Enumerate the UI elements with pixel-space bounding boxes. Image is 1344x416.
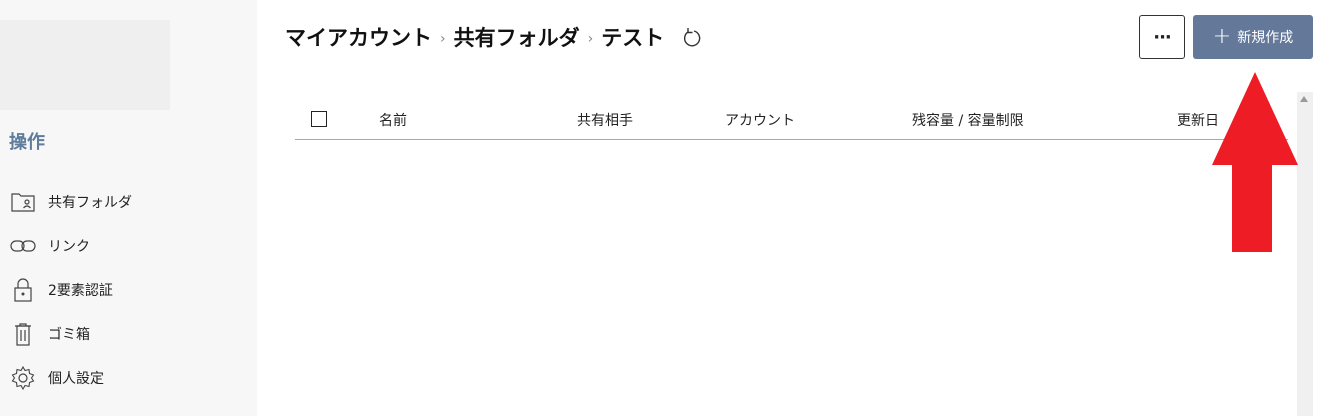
create-new-button[interactable]: + 新規作成 bbox=[1193, 15, 1313, 59]
sidebar-item-shared-folder[interactable]: 共有フォルダ bbox=[10, 180, 250, 224]
breadcrumb-separator: › bbox=[587, 31, 594, 47]
scroll-up-arrow-icon[interactable] bbox=[1300, 96, 1308, 102]
sidebar-item-label: ゴミ箱 bbox=[48, 327, 90, 343]
more-options-button[interactable]: ··· bbox=[1139, 15, 1185, 59]
select-all-checkbox[interactable] bbox=[311, 111, 327, 127]
link-icon bbox=[10, 233, 36, 259]
breadcrumb: マイアカウント › 共有フォルダ › テスト bbox=[285, 22, 704, 52]
sidebar-item-label: 共有フォルダ bbox=[48, 195, 132, 211]
sidebar-item-two-factor-auth[interactable]: 2要素認証 bbox=[10, 268, 250, 312]
logo-placeholder bbox=[0, 20, 170, 110]
lock-icon bbox=[10, 277, 36, 303]
breadcrumb-item-shared-folder[interactable]: 共有フォルダ bbox=[454, 22, 580, 52]
breadcrumb-item-my-account[interactable]: マイアカウント bbox=[285, 22, 432, 52]
sidebar-item-trash[interactable]: ゴミ箱 bbox=[10, 312, 250, 356]
trash-icon bbox=[10, 321, 36, 347]
plus-icon: + bbox=[1212, 24, 1232, 49]
breadcrumb-item-current: テスト bbox=[601, 26, 665, 50]
shared-folder-icon bbox=[10, 189, 36, 215]
sidebar-item-link[interactable]: リンク bbox=[10, 224, 250, 268]
create-new-label: 新規作成 bbox=[1237, 30, 1294, 46]
more-icon: ··· bbox=[1153, 26, 1171, 48]
sidebar-nav: 共有フォルダ リンク 2要素認証 ゴミ箱 個人設定 bbox=[10, 180, 250, 400]
red-arrow-up-icon bbox=[1212, 72, 1298, 252]
column-header-capacity[interactable]: 残容量 / 容量制限 bbox=[912, 110, 1024, 130]
sidebar-item-personal-settings[interactable]: 個人設定 bbox=[10, 356, 250, 400]
column-header-name[interactable]: 名前 bbox=[379, 110, 407, 130]
sidebar-section-title: 操作 bbox=[9, 132, 45, 153]
breadcrumb-separator: › bbox=[440, 31, 446, 47]
gear-icon bbox=[10, 365, 36, 391]
table-header: 名前 共有相手 アカウント 残容量 / 容量制限 更新日 bbox=[295, 98, 1288, 140]
sidebar: 操作 共有フォルダ リンク 2要素認証 ゴミ箱 個人設定 bbox=[0, 0, 257, 416]
column-header-shared-with[interactable]: 共有相手 bbox=[577, 110, 633, 130]
refresh-icon[interactable] bbox=[680, 25, 704, 49]
main-content: マイアカウント › 共有フォルダ › テスト ··· + 新規作成 名前 共有相… bbox=[257, 0, 1313, 416]
column-header-account[interactable]: アカウント bbox=[725, 110, 795, 130]
sidebar-item-label: リンク bbox=[48, 239, 90, 255]
sidebar-item-label: 個人設定 bbox=[48, 371, 104, 387]
sidebar-item-label: 2要素認証 bbox=[48, 283, 113, 299]
vertical-scrollbar[interactable] bbox=[1297, 92, 1313, 416]
page-right-margin bbox=[1313, 0, 1344, 416]
